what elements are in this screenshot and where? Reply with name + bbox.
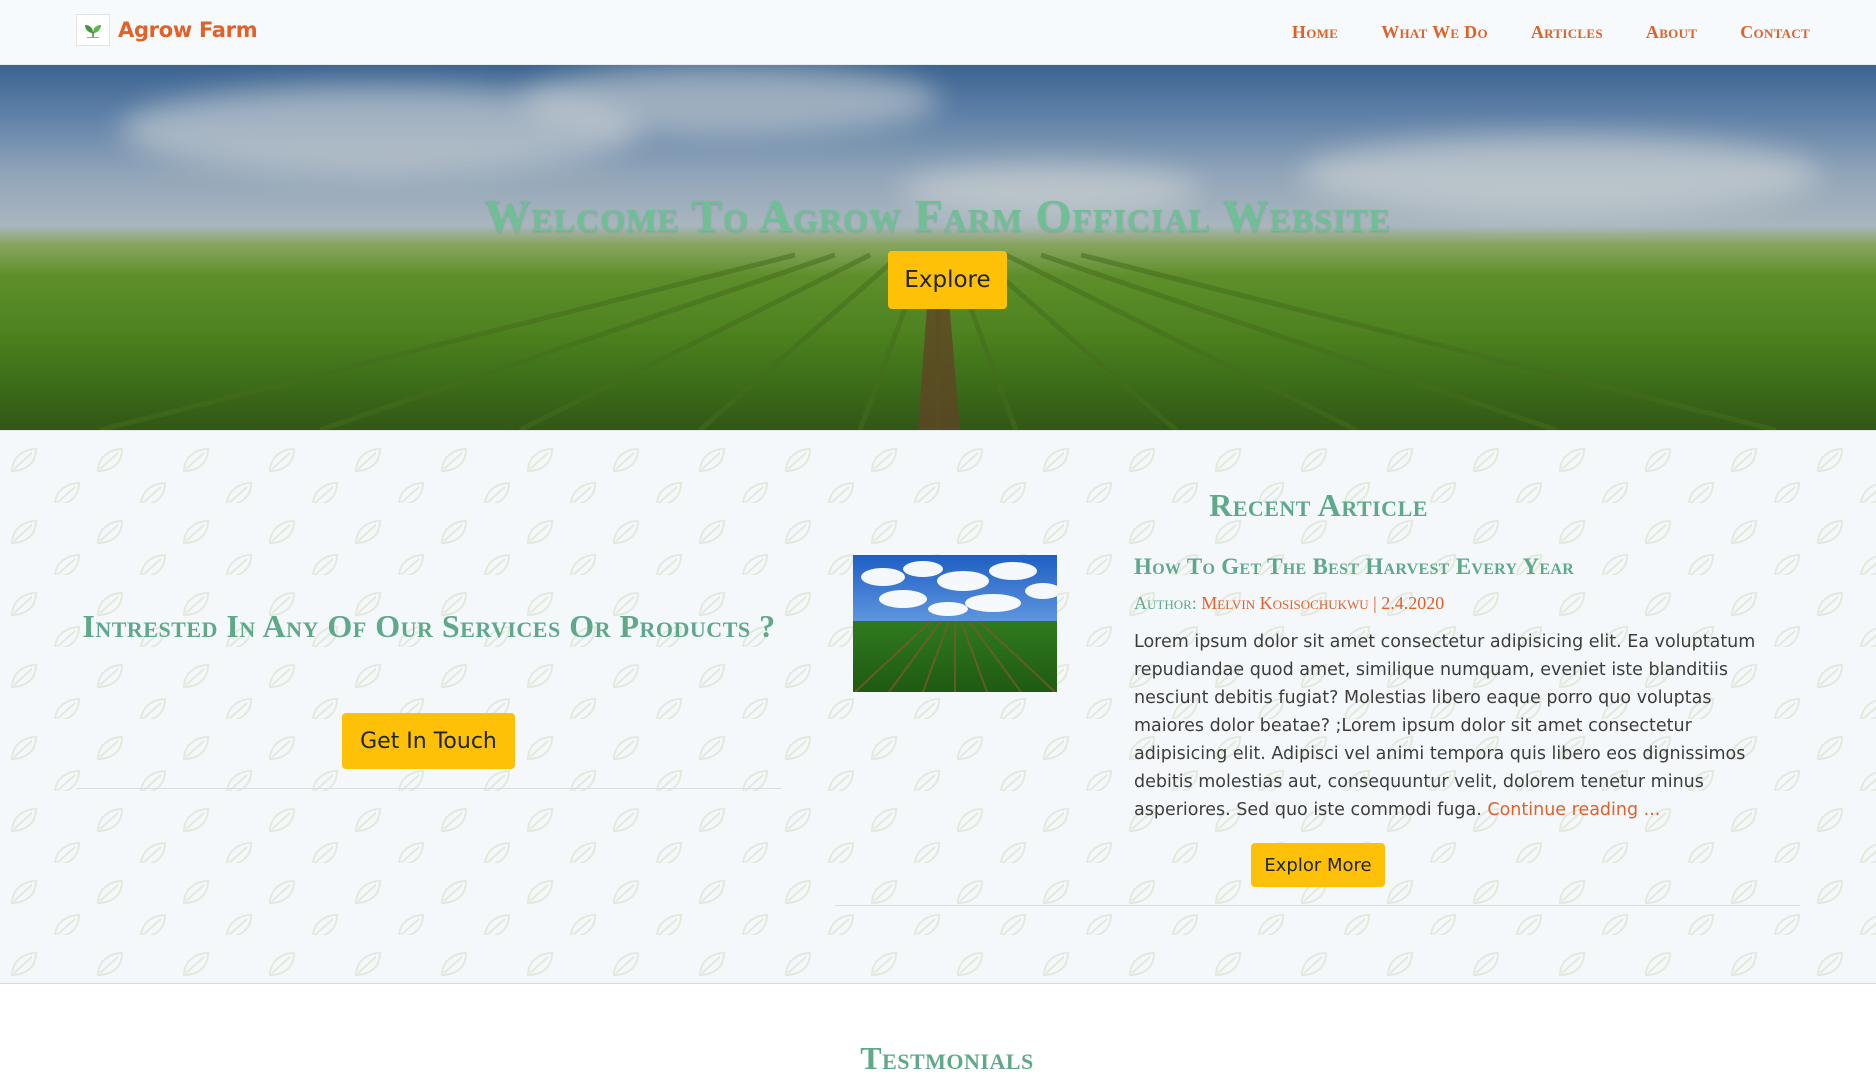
article-meta: Author: Melvin Kosisochukwu | 2.4.2020 [1134, 593, 1814, 614]
article-heading[interactable]: How To Get The Best Harvest Every Year [1134, 554, 1814, 580]
cta-title: Intrested In Any Of Our Services Or Prod… [82, 608, 776, 644]
farm-field-image [853, 555, 1057, 692]
recent-article-title: Recent Article [1209, 487, 1428, 523]
author-name: Melvin Kosisochukwu [1201, 593, 1369, 613]
nav-link-about[interactable]: About [1646, 22, 1697, 43]
divider [835, 905, 1800, 906]
continue-reading-link[interactable]: Continue reading ... [1487, 800, 1660, 820]
article-body-text: Lorem ipsum dolor sit amet consectetur a… [1134, 632, 1756, 820]
brand-name: Agrow Farm [118, 18, 258, 42]
explore-more-button[interactable]: Explor More [1251, 843, 1385, 887]
explore-button[interactable]: Explore [888, 251, 1007, 309]
nav-link-home[interactable]: Home [1292, 22, 1338, 43]
hero-overlay [0, 65, 1876, 430]
article-body: Lorem ipsum dolor sit amet consectetur a… [1134, 628, 1784, 824]
article-image[interactable] [853, 555, 1057, 692]
author-label: Author: [1134, 593, 1197, 613]
article-date: 2.4.2020 [1381, 593, 1445, 613]
nav-links: Home What We Do Articles About Contact [1292, 0, 1810, 65]
hero-title: Welcome To Agrow Farm Official Website [484, 190, 1392, 241]
divider [76, 788, 782, 789]
meta-separator: | [1373, 593, 1377, 613]
hero-banner: Welcome To Agrow Farm Official Website E… [0, 65, 1876, 430]
main-section: Intrested In Any Of Our Services Or Prod… [0, 430, 1876, 984]
nav-link-what-we-do[interactable]: What We Do [1381, 22, 1488, 43]
navbar: Agrow Farm Home What We Do Articles Abou… [0, 0, 1876, 65]
testimonials-title: Testmonials [860, 1040, 1034, 1075]
get-in-touch-button[interactable]: Get In Touch [342, 713, 515, 769]
leaf-logo-icon [76, 14, 110, 46]
brand[interactable]: Agrow Farm [76, 14, 258, 46]
nav-link-contact[interactable]: Contact [1740, 22, 1810, 43]
nav-link-articles[interactable]: Articles [1531, 22, 1603, 43]
